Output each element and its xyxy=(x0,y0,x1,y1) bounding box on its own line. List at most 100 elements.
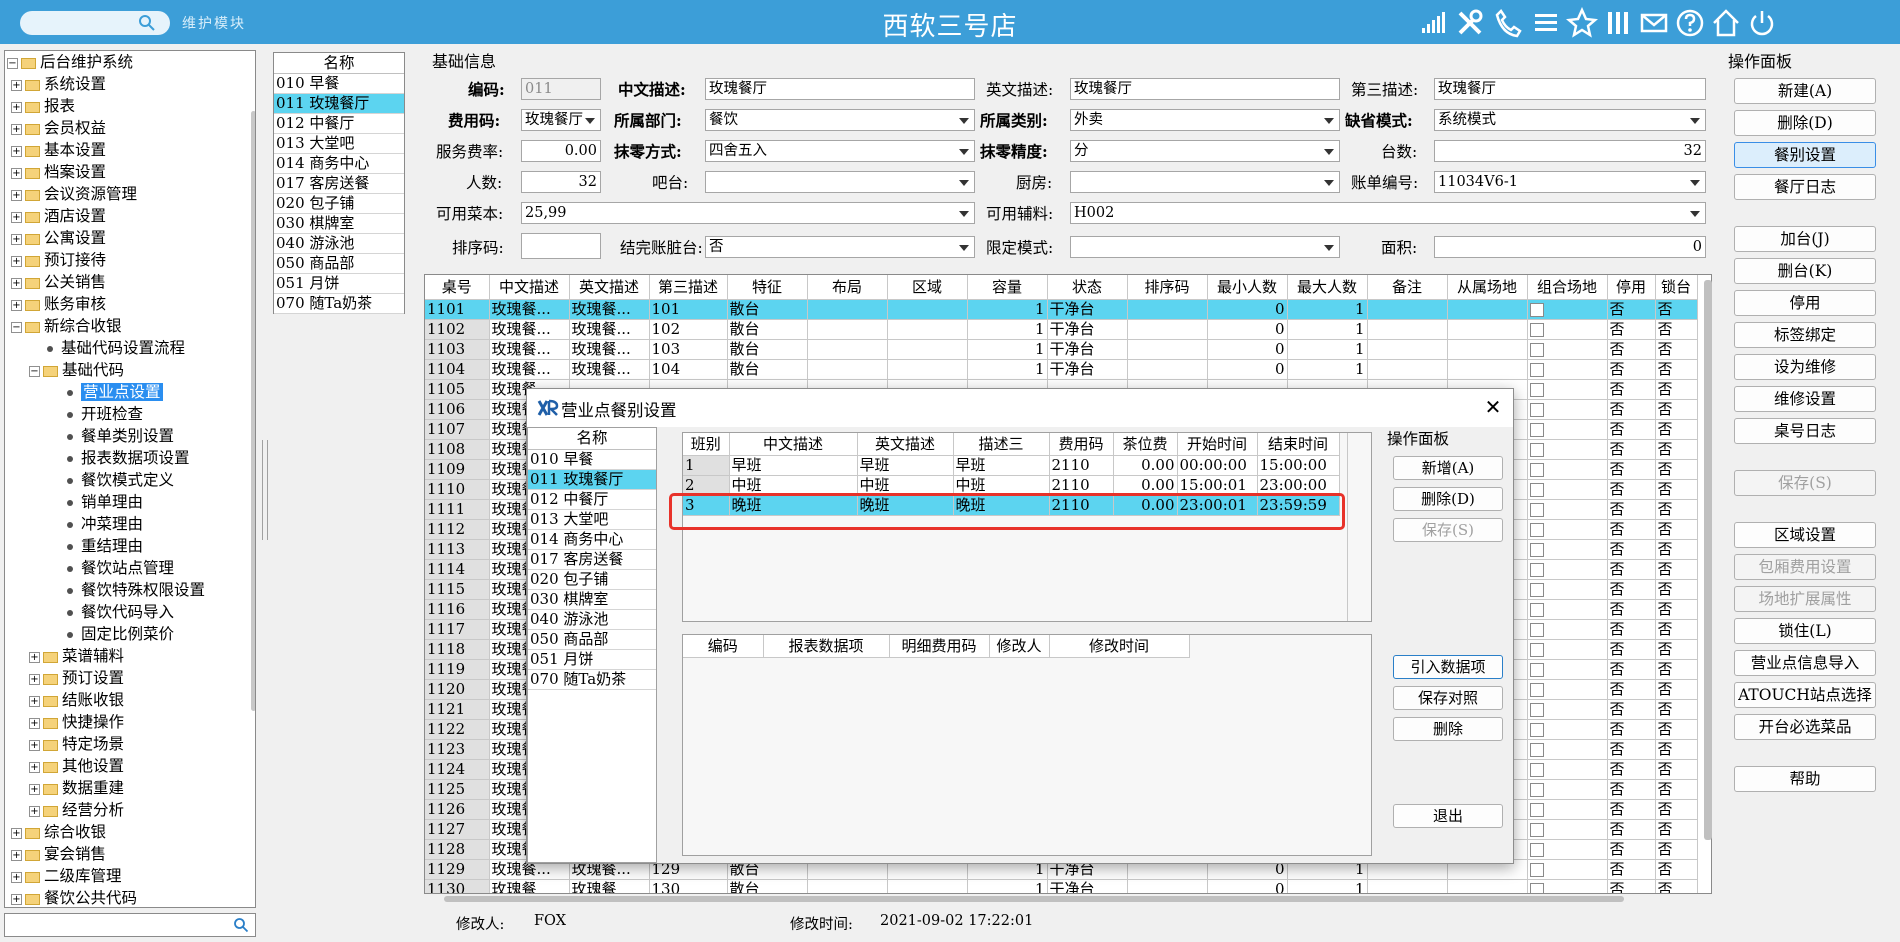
tree-item[interactable]: + 系统设置 xyxy=(11,73,106,95)
exit-button[interactable]: 退出 xyxy=(1393,804,1503,828)
tree-item[interactable]: 餐单类别设置 xyxy=(63,425,174,447)
tree-item[interactable]: + 菜谱辅料 xyxy=(29,645,124,667)
tree-item[interactable]: 餐饮站点管理 xyxy=(63,557,174,579)
tree-item-flow[interactable]: 基础代码设置流程 xyxy=(43,337,185,359)
outlet-list-item[interactable]: 070 随Ta奶茶 xyxy=(274,294,404,314)
home-icon[interactable] xyxy=(1710,7,1742,39)
tag-binding-button[interactable]: 标签绑定 xyxy=(1734,322,1876,348)
column-header[interactable]: 锁台 xyxy=(1655,275,1698,300)
checkbox[interactable] xyxy=(1529,642,1544,657)
add-table-button[interactable]: 加台(J) xyxy=(1734,226,1876,252)
column-header[interactable]: 第三描述 xyxy=(649,275,728,300)
tree-scrollbar[interactable] xyxy=(247,103,255,893)
checkbox[interactable] xyxy=(1529,462,1544,477)
tree-item[interactable]: + 宴会销售 xyxy=(11,843,106,865)
checkbox[interactable] xyxy=(1529,602,1544,617)
lock-button[interactable]: 锁住(L) xyxy=(1734,618,1876,644)
outlet-list-item[interactable]: 012 中餐厅 xyxy=(274,114,404,134)
third-desc-field[interactable]: 玫瑰餐厅 xyxy=(1434,78,1706,100)
tree-item[interactable]: 报表数据项设置 xyxy=(63,447,190,469)
tools-icon[interactable] xyxy=(1454,7,1486,39)
expand-icon[interactable]: + xyxy=(11,145,22,157)
table-row[interactable]: 1104 玫瑰餐... 玫瑰餐... 104 散台 1 干净台 0 1 否否 xyxy=(425,359,1698,380)
fee-code-select[interactable]: 玫瑰餐厅 xyxy=(521,109,601,131)
bill-no-select[interactable]: 11034V6-1 xyxy=(1434,171,1706,193)
checkbox[interactable] xyxy=(1529,782,1544,797)
columns-icon[interactable] xyxy=(1602,7,1634,39)
tree-search-input[interactable] xyxy=(4,913,256,937)
shift-column-header[interactable]: 费用码 xyxy=(1049,433,1114,456)
table-row[interactable]: 1102 玫瑰餐... 玫瑰餐... 102 散台 1 干净台 0 1 否否 xyxy=(425,319,1698,340)
collapse-icon[interactable]: − xyxy=(11,321,22,333)
tree-item[interactable]: 餐饮模式定义 xyxy=(63,469,174,491)
report-items-grid[interactable]: 编码 报表数据项 明细费用码 修改人 修改时间 xyxy=(682,634,1372,856)
maintenance-settings-button[interactable]: 维修设置 xyxy=(1734,386,1876,412)
checkbox[interactable] xyxy=(1529,522,1544,537)
shift-column-header[interactable]: 结束时间 xyxy=(1257,433,1340,456)
column-header[interactable]: 特征 xyxy=(727,275,808,300)
expand-icon[interactable]: + xyxy=(11,189,22,201)
checkbox[interactable] xyxy=(1529,682,1544,697)
dirty-table-select[interactable]: 否 xyxy=(705,236,975,258)
checkbox[interactable] xyxy=(1529,362,1544,377)
report-column-header[interactable]: 修改时间 xyxy=(1049,635,1190,658)
atouch-site-button[interactable]: ATOUCH站点选择 xyxy=(1734,682,1876,708)
dialog-outlet-list-item[interactable]: 010 早餐 xyxy=(528,450,656,470)
expand-icon[interactable]: + xyxy=(11,827,22,839)
tree-item[interactable]: 餐饮特殊权限设置 xyxy=(63,579,205,601)
dialog-outlet-list-item[interactable]: 012 中餐厅 xyxy=(528,490,656,510)
expand-icon[interactable]: + xyxy=(29,739,40,751)
set-maintenance-button[interactable]: 设为维修 xyxy=(1734,354,1876,380)
tree-item[interactable]: + 餐饮公共代码 xyxy=(11,887,137,907)
tree-item[interactable]: + 基本设置 xyxy=(11,139,106,161)
rounding-select[interactable]: 四舍五入 xyxy=(705,140,975,162)
tree-item-basic-code[interactable]: − 基础代码 xyxy=(29,359,124,381)
column-header[interactable]: 桌号 xyxy=(425,275,490,300)
outlet-list-item[interactable]: 017 客房送餐 xyxy=(274,174,404,194)
tree-item[interactable]: + 结账收银 xyxy=(29,689,124,711)
column-header[interactable]: 组合场地 xyxy=(1527,275,1608,300)
expand-icon[interactable]: + xyxy=(29,673,40,685)
close-icon[interactable]: ✕ xyxy=(1483,397,1503,417)
checkbox[interactable] xyxy=(1529,422,1544,437)
column-header[interactable]: 最小人数 xyxy=(1207,275,1288,300)
column-header[interactable]: 备注 xyxy=(1367,275,1448,300)
menu-icon[interactable] xyxy=(1530,7,1562,39)
expand-icon[interactable]: + xyxy=(11,233,22,245)
expand-icon[interactable]: + xyxy=(11,277,22,289)
checkbox[interactable] xyxy=(1529,862,1544,877)
outlet-list-item[interactable]: 051 月饼 xyxy=(274,274,404,294)
checkbox[interactable] xyxy=(1529,402,1544,417)
outlet-list-item[interactable]: 013 大堂吧 xyxy=(274,134,404,154)
checkbox[interactable] xyxy=(1529,562,1544,577)
checkbox[interactable] xyxy=(1529,722,1544,737)
shift-column-header[interactable]: 英文描述 xyxy=(857,433,954,456)
save-mapping-button[interactable]: 保存对照 xyxy=(1393,686,1503,710)
dialog-new-button[interactable]: 新增(A) xyxy=(1393,456,1503,480)
limit-mode-select[interactable] xyxy=(1070,236,1340,258)
column-header[interactable]: 英文描述 xyxy=(569,275,650,300)
shift-row[interactable]: 1 早班 早班 早班 2110 0.00 00:00:00 15:00:00 xyxy=(683,455,1340,476)
precision-select[interactable]: 分 xyxy=(1070,140,1340,162)
dept-select[interactable]: 餐饮 xyxy=(705,109,975,131)
meal-period-settings-button[interactable]: 餐别设置 xyxy=(1734,142,1876,168)
expand-icon[interactable]: + xyxy=(29,651,40,663)
column-header[interactable]: 容量 xyxy=(967,275,1048,300)
help-button[interactable]: 帮助 xyxy=(1734,766,1876,792)
column-header[interactable]: 从属场地 xyxy=(1447,275,1528,300)
power-icon[interactable] xyxy=(1746,7,1778,39)
navigation-tree[interactable]: − 后台维护系统 + 系统设置 + 报表 + 会员权益 + 基本设置 + 档案设置 + 会议资源管理 + 酒… xyxy=(4,50,256,908)
grid-horizontal-scrollbar[interactable] xyxy=(444,896,1624,902)
dialog-outlet-list-item[interactable]: 051 月饼 xyxy=(528,650,656,670)
category-select[interactable]: 外卖 xyxy=(1070,109,1340,131)
shift-column-header[interactable]: 描述三 xyxy=(953,433,1050,456)
report-column-header[interactable]: 报表数据项 xyxy=(763,635,890,658)
disable-button[interactable]: 停用 xyxy=(1734,290,1876,316)
phone-icon[interactable] xyxy=(1492,7,1524,39)
shift-column-header[interactable]: 中文描述 xyxy=(729,433,858,456)
tree-item[interactable]: + 账务审核 xyxy=(11,293,106,315)
tree-item[interactable]: + 其他设置 xyxy=(29,755,124,777)
tree-item[interactable]: + 公关销售 xyxy=(11,271,106,293)
tree-item[interactable]: + 公寓设置 xyxy=(11,227,106,249)
tree-item[interactable]: 开班检查 xyxy=(63,403,143,425)
